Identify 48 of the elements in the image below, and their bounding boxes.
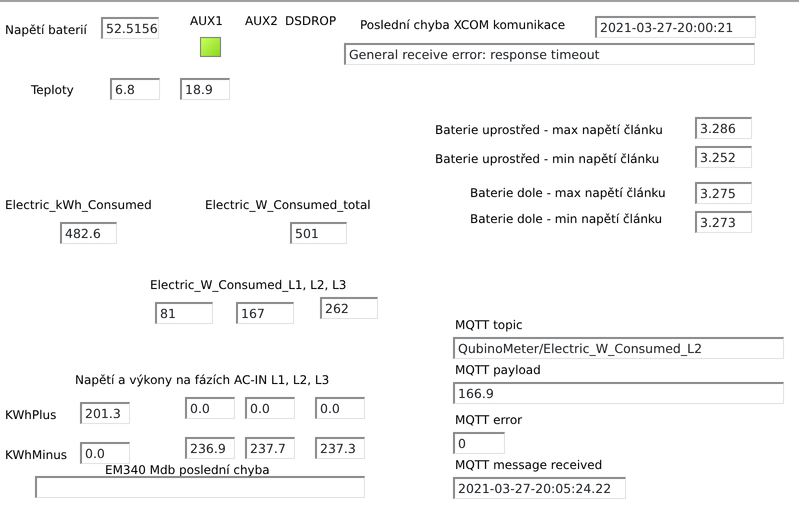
field-label: MQTT payload <box>455 362 541 378</box>
value-field[interactable]: QubinoMeter/Electric_W_Consumed_L2 <box>453 337 784 359</box>
value-field[interactable]: 6.8 <box>110 78 160 100</box>
value-field[interactable]: 482.6 <box>60 222 117 244</box>
field-label: AUX1 <box>190 13 223 29</box>
field-label: AUX2 <box>245 13 278 29</box>
value-field[interactable]: 3.252 <box>695 146 752 168</box>
field-label: Poslední chyba XCOM komunikace <box>360 17 566 33</box>
value-field[interactable]: 3.286 <box>695 117 752 139</box>
field-label: Electric_W_Consumed_L1, L2, L3 <box>150 277 346 293</box>
value-field[interactable]: General receive error: response timeout <box>344 43 755 65</box>
value-field[interactable]: 237.7 <box>245 437 295 459</box>
field-label: KWhMinus <box>5 447 68 463</box>
field-label: Electric_kWh_Consumed <box>5 197 152 213</box>
value-field[interactable]: 167 <box>236 302 294 324</box>
field-label: Baterie uprostřed - max napětí článku <box>435 122 663 138</box>
value-field[interactable]: 18.9 <box>180 78 230 100</box>
field-label: KWhPlus <box>5 407 56 423</box>
value-field[interactable]: 201.3 <box>80 402 130 424</box>
value-field[interactable]: 501 <box>290 222 347 244</box>
field-label: MQTT message received <box>455 457 602 473</box>
field-label: MQTT error <box>455 412 522 428</box>
value-field[interactable]: 166.9 <box>453 382 784 404</box>
field-label: Teploty <box>31 82 74 98</box>
field-label: EM340 Mdb poslední chyba <box>105 462 270 478</box>
value-field[interactable]: 3.275 <box>695 182 752 204</box>
value-field[interactable]: 0 <box>453 432 505 454</box>
value-field[interactable]: 3.273 <box>695 211 752 233</box>
value-field[interactable]: 236.9 <box>185 437 235 459</box>
field-label: Baterie dole - max napětí článku <box>470 185 666 201</box>
value-field[interactable]: 0.0 <box>245 397 295 419</box>
value-field[interactable]: 2021-03-27-20:00:21 <box>595 16 756 38</box>
field-label: DSDROP <box>285 13 336 29</box>
value-field[interactable]: 2021-03-27-20:05:24.22 <box>453 477 626 499</box>
empty-field[interactable] <box>35 476 365 498</box>
value-field[interactable]: 237.3 <box>315 437 365 459</box>
field-label: Baterie uprostřed - min napětí článku <box>435 151 660 167</box>
field-label: Napětí a výkony na fázích AC-IN L1, L2, L3 <box>75 372 330 388</box>
value-field[interactable]: 0.0 <box>80 442 130 464</box>
value-field[interactable]: 262 <box>320 297 378 319</box>
value-field[interactable]: 0.0 <box>185 397 235 419</box>
value-field[interactable]: 0.0 <box>315 397 365 419</box>
field-label: MQTT topic <box>455 317 523 333</box>
field-label: Baterie dole - min napětí článku <box>470 211 662 227</box>
field-label: Napětí baterií <box>5 22 87 38</box>
field-label: Electric_W_Consumed_total <box>205 197 371 213</box>
value-field[interactable]: 81 <box>155 302 213 324</box>
value-field[interactable]: 52.5156 <box>101 17 159 39</box>
